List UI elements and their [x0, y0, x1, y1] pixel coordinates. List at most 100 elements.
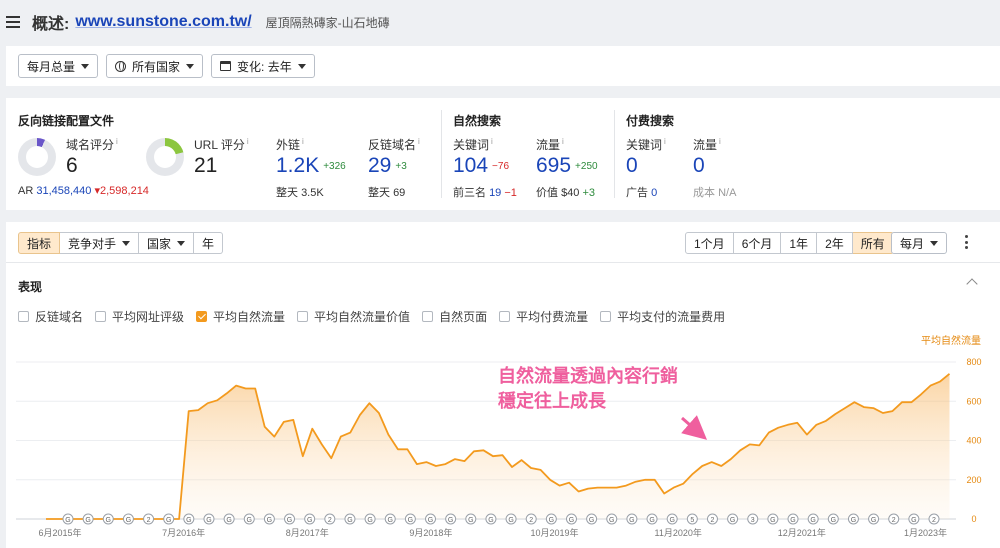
metric-checkbox-label: 反链域名 — [35, 310, 84, 324]
y-tick-label: 0 — [971, 514, 976, 524]
annotation-marker-label: 2 — [711, 517, 715, 524]
tab-metrics[interactable]: 指标 — [18, 232, 61, 254]
url-rating-value: 21 — [194, 154, 218, 177]
globe-icon — [115, 60, 127, 72]
x-tick-label: 7月2016年 — [162, 527, 205, 538]
annotation-marker-label: G — [307, 517, 312, 524]
granularity-dropdown[interactable]: 每月 — [891, 232, 948, 254]
metric-checkbox[interactable]: 平均网址评级 — [95, 308, 184, 325]
annotation-marker-label: G — [347, 517, 352, 524]
hamburger-menu-icon[interactable] — [6, 16, 20, 28]
metric-checkbox[interactable]: 平均支付的流量费用 — [600, 308, 725, 325]
metric-checkbox[interactable]: 平均自然流量价值 — [297, 308, 410, 325]
annotation-marker-label: G — [247, 517, 252, 524]
annotation-marker-label: G — [770, 517, 775, 524]
annotation-marker-label: G — [669, 517, 674, 524]
annotation-marker-label: G — [790, 517, 795, 524]
chart-mode-tabs: 指标 竞争对手 国家 年 — [18, 232, 224, 254]
annotation-marker-label: 2 — [529, 517, 533, 524]
x-tick-label: 11月2020年 — [655, 527, 702, 538]
metric-checkbox-label: 平均支付的流量费用 — [617, 310, 726, 324]
site-subtitle: 屋頂隔熱磚家-山石地磚 — [265, 15, 390, 30]
monthly-total-dropdown[interactable]: 每月总量 — [18, 54, 99, 78]
compare-period-dropdown[interactable]: 变化: 去年 — [211, 54, 315, 78]
paid-traffic-value[interactable]: 0 — [693, 154, 705, 178]
ahrefs-rank: AR 31,458,440 ▾2,598,214 — [18, 185, 149, 197]
monthly-total-label: 每月总量 — [27, 59, 76, 74]
annotation-marker-label: 2 — [328, 517, 332, 524]
tab-years[interactable]: 年 — [194, 232, 224, 254]
annotation-marker-label: G — [569, 517, 574, 524]
backlinks-value[interactable]: 1.2K +326 — [276, 154, 346, 178]
range-1-year[interactable]: 1年 — [781, 232, 818, 254]
callout-text-line1: 自然流量透過內容行銷 — [498, 365, 678, 387]
url-rating-label[interactable]: URL 评分 i — [194, 136, 249, 153]
y-tick-label: 600 — [966, 396, 981, 406]
checkbox-icon — [297, 311, 309, 322]
annotation-marker-label: G — [126, 517, 131, 524]
x-tick-label: 1月2023年 — [904, 527, 947, 538]
organic-keywords-value[interactable]: 104 −76 — [453, 154, 509, 178]
y-tick-label: 400 — [966, 436, 981, 446]
callout-arrow — [681, 415, 708, 440]
annotation-marker-label: 2 — [932, 517, 936, 524]
annotation-marker-label: G — [730, 517, 735, 524]
metric-checkbox[interactable]: 反链域名 — [18, 308, 83, 325]
paid-keywords-value[interactable]: 0 — [626, 154, 638, 178]
callout-text-line2: 穩定往上成長 — [498, 390, 607, 412]
annotation-marker-label: G — [106, 517, 111, 524]
range-1-month[interactable]: 1个月 — [685, 232, 734, 254]
target-url-link[interactable]: www.sunstone.com.tw/ — [75, 13, 251, 31]
metric-checkbox[interactable]: 自然页面 — [422, 308, 487, 325]
checkbox-icon — [95, 311, 107, 322]
annotation-marker-label: G — [287, 517, 292, 524]
paid-traffic-label[interactable]: 流量 i — [693, 136, 721, 153]
organic-traffic-value[interactable]: 695 +250 — [536, 154, 598, 178]
annotation-marker-label: G — [468, 517, 473, 524]
section-divider — [614, 110, 615, 198]
range-6-months[interactable]: 6个月 — [733, 232, 782, 254]
referring-domains-label[interactable]: 反链域名 i — [368, 136, 420, 153]
annotation-marker-label: G — [589, 517, 594, 524]
domain-rating-label[interactable]: 域名评分 i — [66, 136, 118, 153]
organic-keywords-label[interactable]: 关键词 i — [453, 136, 493, 153]
paid-section-title: 付费搜索 — [626, 114, 675, 128]
caret-down-icon — [297, 63, 306, 69]
more-options-icon[interactable] — [964, 235, 968, 249]
annotation-marker-label: G — [428, 517, 433, 524]
collapse-chevron-icon[interactable] — [966, 278, 978, 290]
country-label: 所有国家 — [132, 59, 181, 74]
annotation-marker-label: G — [488, 517, 493, 524]
annotation-marker-label: G — [609, 517, 614, 524]
annotation-marker-label: G — [267, 517, 272, 524]
annotation-marker-label: G — [388, 517, 393, 524]
annotation-marker-label: G — [85, 517, 90, 524]
annotation-marker-label: G — [549, 517, 554, 524]
annotation-marker-label: 2 — [892, 517, 896, 524]
date-range-tabs: 1个月 6个月 1年 2年 所有 — [685, 232, 894, 254]
x-tick-label: 6月2015年 — [38, 527, 81, 538]
backlinks-label[interactable]: 外链 i — [276, 136, 304, 153]
tab-countries[interactable]: 国家 — [139, 232, 195, 254]
metric-checkbox[interactable]: 平均自然流量 — [196, 308, 285, 325]
compare-period-label: 变化: 去年 — [237, 59, 292, 74]
metric-checkbox[interactable]: 平均付费流量 — [499, 308, 588, 325]
referring-domains-value[interactable]: 29 +3 — [368, 154, 407, 178]
paid-keywords-label[interactable]: 关键词 i — [626, 136, 666, 153]
caret-down-icon — [81, 63, 90, 69]
annotation-marker-label: G — [448, 517, 453, 524]
checkbox-icon — [499, 311, 511, 322]
annotation-marker-label: G — [649, 517, 654, 524]
range-2-years[interactable]: 2年 — [817, 232, 853, 254]
range-all[interactable]: 所有 — [852, 232, 894, 254]
calendar-icon — [220, 61, 232, 71]
metric-checkbox-label: 平均自然流量价值 — [314, 310, 411, 324]
annotation-marker-label: 3 — [751, 517, 755, 524]
tab-competitors[interactable]: 竞争对手 — [60, 232, 140, 254]
organic-traffic-label[interactable]: 流量 i — [536, 136, 564, 153]
annotation-marker-label: 2 — [147, 517, 151, 524]
country-dropdown[interactable]: 所有国家 — [106, 54, 204, 78]
section-divider — [441, 110, 442, 198]
caret-down-icon — [177, 240, 186, 246]
page-title: 概述: — [32, 16, 70, 33]
